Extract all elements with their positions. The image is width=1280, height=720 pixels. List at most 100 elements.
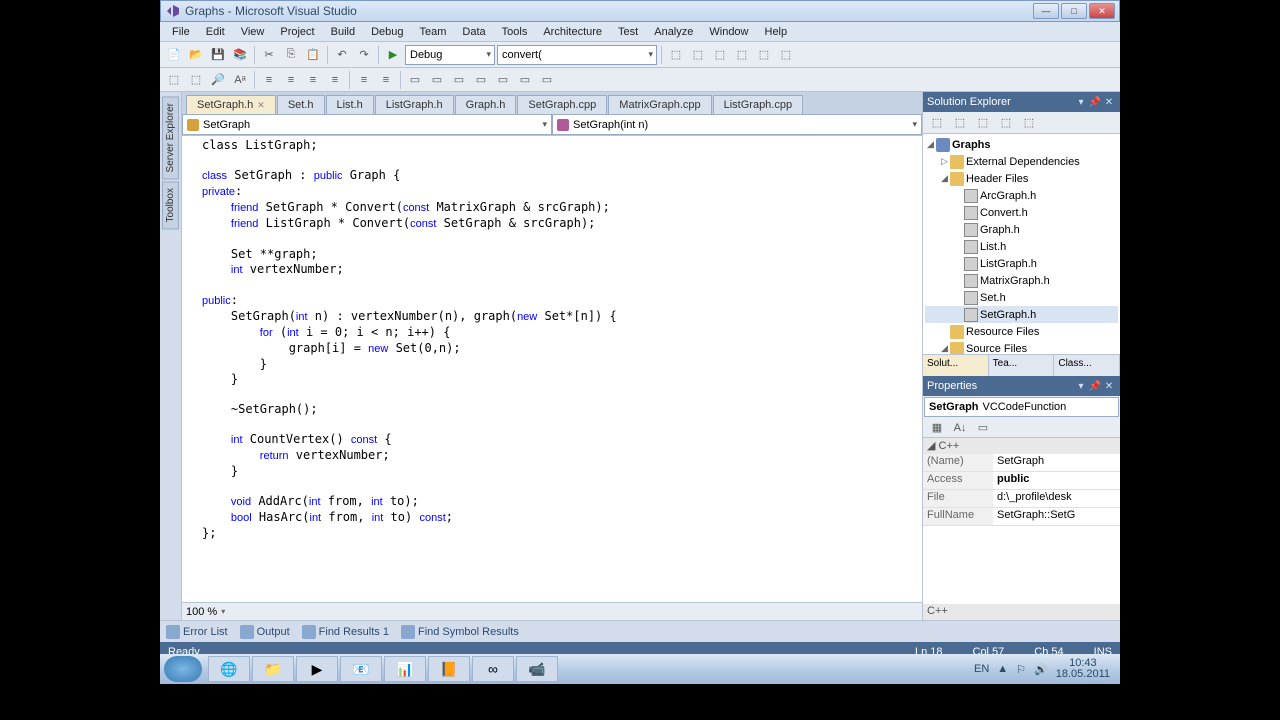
new-project-icon[interactable]: 📄	[164, 45, 184, 65]
scope-combo[interactable]: SetGraph	[182, 114, 552, 135]
bottom-tab[interactable]: Find Symbol Results	[401, 625, 519, 639]
tb-icon[interactable]: ⬚	[688, 45, 708, 65]
ie-icon[interactable]: 🌐	[208, 656, 250, 682]
tree-node[interactable]: ▷External Dependencies	[925, 153, 1118, 170]
tb2-icon[interactable]: ⬚	[164, 70, 184, 90]
properties-header[interactable]: Properties ▾ 📌 ✕	[923, 376, 1120, 396]
tb2-icon[interactable]: Aᵃ	[230, 70, 250, 90]
tree-node[interactable]: MatrixGraph.h	[925, 272, 1118, 289]
se-tab[interactable]: Class...	[1054, 355, 1120, 376]
tb2-icon[interactable]: ▭	[471, 70, 491, 90]
explorer-icon[interactable]: 📁	[252, 656, 294, 682]
tree-node[interactable]: Resource Files	[925, 323, 1118, 340]
dropdown-icon[interactable]: ▾	[1074, 97, 1088, 108]
indent-icon[interactable]: ≡	[259, 70, 279, 90]
tab-MatrixGraph-cpp[interactable]: MatrixGraph.cpp	[608, 95, 711, 114]
tree-node[interactable]: SetGraph.h	[925, 306, 1118, 323]
tb2-icon[interactable]: ≡	[303, 70, 323, 90]
close-button[interactable]: ✕	[1089, 3, 1115, 19]
categorized-icon[interactable]: ▦	[927, 418, 947, 438]
paste-icon[interactable]: 📋	[303, 45, 323, 65]
tb2-icon[interactable]: 🔎	[208, 70, 228, 90]
zoom-level[interactable]: 100 %	[186, 606, 217, 618]
se-icon[interactable]: ⬚	[927, 113, 947, 133]
prop-category[interactable]: ◢ C++	[923, 438, 1120, 454]
close-icon[interactable]: ✕	[257, 100, 265, 111]
tb2-icon[interactable]: ▭	[515, 70, 535, 90]
tree-node[interactable]: ◢Graphs	[925, 136, 1118, 153]
minimize-button[interactable]: —	[1033, 3, 1059, 19]
tray-icon[interactable]: ▲	[997, 663, 1008, 675]
windows-taskbar[interactable]: 🌐 📁 ▶ 📧 📊 📙 ∞ 📹 EN ▲ ⚐ 🔊 10:4318.05.2011	[160, 654, 1120, 684]
se-icon[interactable]: ⬚	[973, 113, 993, 133]
start-icon[interactable]: ▶	[383, 45, 403, 65]
pin-icon[interactable]: 📌	[1088, 381, 1102, 392]
tb2-icon[interactable]: ≡	[325, 70, 345, 90]
se-tab[interactable]: Solut...	[923, 355, 989, 376]
menu-project[interactable]: Project	[272, 24, 322, 40]
se-tab[interactable]: Tea...	[989, 355, 1055, 376]
solution-tree[interactable]: ◢Graphs▷External Dependencies◢Header Fil…	[923, 134, 1120, 354]
pin-icon[interactable]: 📌	[1088, 97, 1102, 108]
prop-row[interactable]: (Name)SetGraph	[923, 454, 1120, 472]
dropdown-icon[interactable]: ▾	[1074, 381, 1088, 392]
tab-Graph-h[interactable]: Graph.h	[455, 95, 517, 114]
outdent-icon[interactable]: ≡	[281, 70, 301, 90]
tree-node[interactable]: ListGraph.h	[925, 255, 1118, 272]
menu-view[interactable]: View	[233, 24, 273, 40]
tree-node[interactable]: List.h	[925, 238, 1118, 255]
menu-architecture[interactable]: Architecture	[535, 24, 610, 40]
menu-analyze[interactable]: Analyze	[646, 24, 701, 40]
menu-file[interactable]: File	[164, 24, 198, 40]
comment-icon[interactable]: ≡	[354, 70, 374, 90]
properties-grid[interactable]: ◢ C++(Name)SetGraphAccesspublicFiled:\_p…	[923, 438, 1120, 604]
menu-window[interactable]: Window	[701, 24, 756, 40]
bottom-tab[interactable]: Output	[240, 625, 290, 639]
menu-test[interactable]: Test	[610, 24, 646, 40]
redo-icon[interactable]: ↷	[354, 45, 374, 65]
tb-icon[interactable]: ⬚	[710, 45, 730, 65]
tb2-icon[interactable]: ▭	[405, 70, 425, 90]
outlook-icon[interactable]: 📧	[340, 656, 382, 682]
properties-object[interactable]: SetGraphVCCodeFunction	[924, 397, 1119, 417]
tb2-icon[interactable]: ▭	[427, 70, 447, 90]
app-icon[interactable]: 📊	[384, 656, 426, 682]
se-icon[interactable]: ⬚	[950, 113, 970, 133]
save-icon[interactable]: 💾	[208, 45, 228, 65]
menu-edit[interactable]: Edit	[198, 24, 233, 40]
menu-tools[interactable]: Tools	[494, 24, 536, 40]
tab-ListGraph-cpp[interactable]: ListGraph.cpp	[713, 95, 803, 114]
bottom-tab[interactable]: Error List	[166, 625, 228, 639]
toolbox-tab[interactable]: Toolbox	[162, 181, 179, 229]
menu-team[interactable]: Team	[412, 24, 455, 40]
save-all-icon[interactable]: 📚	[230, 45, 250, 65]
cut-icon[interactable]: ✂	[259, 45, 279, 65]
menu-help[interactable]: Help	[757, 24, 796, 40]
titlebar[interactable]: Graphs - Microsoft Visual Studio — □ ✕	[160, 0, 1120, 22]
prop-row[interactable]: Accesspublic	[923, 472, 1120, 490]
system-tray[interactable]: EN ▲ ⚐ 🔊 10:4318.05.2011	[974, 658, 1116, 680]
tray-icon[interactable]: 🔊	[1034, 663, 1048, 676]
tb2-icon[interactable]: ▭	[449, 70, 469, 90]
vs-icon[interactable]: ∞	[472, 656, 514, 682]
menu-debug[interactable]: Debug	[363, 24, 411, 40]
bottom-tab[interactable]: Find Results 1	[302, 625, 389, 639]
find-combo[interactable]: convert(	[497, 45, 657, 65]
wmp-icon[interactable]: ▶	[296, 656, 338, 682]
menu-data[interactable]: Data	[454, 24, 493, 40]
tb-icon[interactable]: ⬚	[666, 45, 686, 65]
config-combo[interactable]: Debug	[405, 45, 495, 65]
open-icon[interactable]: 📂	[186, 45, 206, 65]
prop-row[interactable]: Filed:\_profile\desk	[923, 490, 1120, 508]
uncomment-icon[interactable]: ≡	[376, 70, 396, 90]
prop-row[interactable]: FullNameSetGraph::SetG	[923, 508, 1120, 526]
tab-List-h[interactable]: List.h	[326, 95, 374, 114]
menu-build[interactable]: Build	[323, 24, 363, 40]
member-combo[interactable]: SetGraph(int n)	[552, 114, 922, 135]
tb-icon[interactable]: ⬚	[754, 45, 774, 65]
start-button[interactable]	[164, 656, 202, 682]
copy-icon[interactable]: ⎘	[281, 45, 301, 65]
tree-node[interactable]: Set.h	[925, 289, 1118, 306]
tb2-icon[interactable]: ▭	[537, 70, 557, 90]
tree-node[interactable]: ◢Source Files	[925, 340, 1118, 354]
